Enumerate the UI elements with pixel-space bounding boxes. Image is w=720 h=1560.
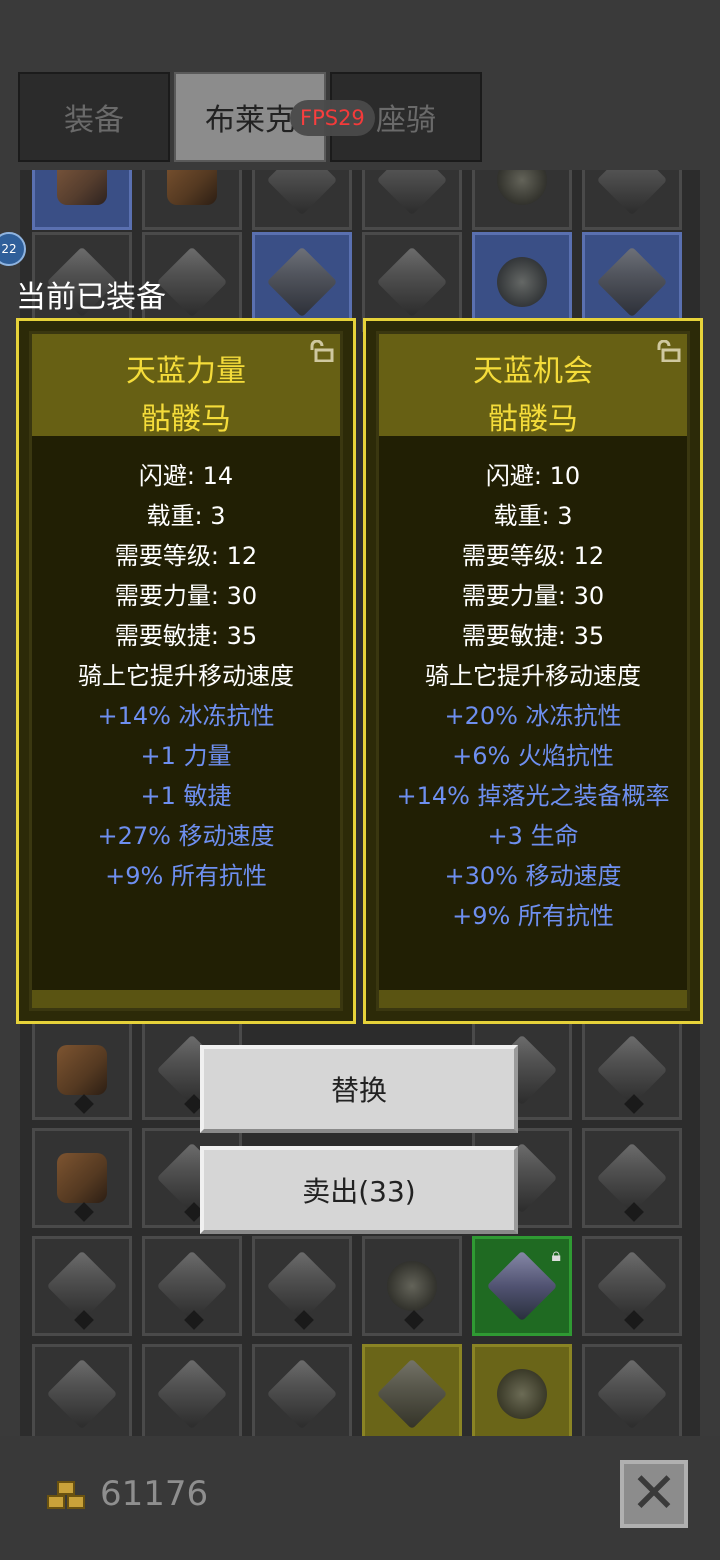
replace-button[interactable]: 替换 (200, 1045, 518, 1133)
stat-desc: 骑上它提升移动速度 (425, 662, 641, 690)
equipped-item-panel: 天蓝力量 骷髅马 闪避: 14 载重: 3 需要等级: 12 需要力量: 30 … (16, 318, 356, 1024)
armor-icon (57, 1045, 107, 1095)
sword-icon (376, 246, 448, 318)
axe-icon (266, 170, 338, 216)
unlock-icon[interactable] (655, 340, 681, 362)
inventory-slot[interactable] (142, 1344, 242, 1436)
magic-affix: +1 力量 (140, 742, 232, 770)
socket-icon (404, 1310, 424, 1330)
helmet-icon (497, 257, 547, 307)
magic-affix: +14% 掉落光之装备概率 (396, 782, 670, 810)
inventory-slot[interactable] (582, 1128, 682, 1228)
inventory-slot[interactable] (362, 1344, 462, 1436)
inventory-slot[interactable] (252, 1236, 352, 1336)
inventory-slot[interactable] (472, 170, 572, 230)
inventory-slot[interactable] (142, 1236, 242, 1336)
stat-load: 载重: 3 (146, 502, 226, 530)
stat-load: 载重: 3 (493, 502, 573, 530)
magic-affix: +9% 所有抗性 (452, 902, 614, 930)
inventory-slot[interactable]: 🔒︎ (472, 1236, 572, 1336)
stat-req-level: 需要等级: 12 (114, 542, 258, 570)
unlock-icon[interactable] (308, 340, 334, 362)
inventory-slot[interactable] (252, 1344, 352, 1436)
inventory-slot[interactable] (582, 170, 682, 230)
inventory-slot[interactable] (32, 1128, 132, 1228)
lock-icon: 🔒︎ (551, 1245, 561, 1266)
shield-icon (387, 1261, 437, 1311)
shield-icon (497, 1369, 547, 1419)
sell-button[interactable]: 卖出(33) (200, 1146, 518, 1234)
stat-req-level: 需要等级: 12 (461, 542, 605, 570)
socket-icon (74, 1202, 94, 1222)
armor-icon (57, 170, 107, 205)
tab-equipment[interactable]: 装备 (18, 72, 170, 162)
sword-icon (46, 1358, 118, 1430)
item-type: 骷髅马 (141, 402, 231, 437)
close-icon: ✕ (630, 1461, 678, 1526)
inventory-slot[interactable] (362, 232, 462, 332)
magic-affix: +9% 所有抗性 (105, 862, 267, 890)
gold-amount: 61176 (100, 1474, 209, 1514)
sword-icon (156, 246, 228, 318)
mace-icon (376, 1358, 448, 1430)
item-type: 骷髅马 (488, 402, 578, 437)
inventory-slot[interactable] (252, 170, 352, 230)
magic-affix: +30% 移动速度 (444, 862, 622, 890)
armor-icon (57, 1153, 107, 1203)
stat-req-agi: 需要敏捷: 35 (461, 622, 605, 650)
item-title: 天蓝机会 (473, 354, 593, 389)
inventory-slot[interactable] (32, 1344, 132, 1436)
inventory-slot[interactable] (472, 232, 572, 332)
magic-affix: +27% 移动速度 (97, 822, 275, 850)
inventory-slot[interactable] (582, 232, 682, 332)
inventory-slot[interactable] (362, 1236, 462, 1336)
sword-icon (596, 170, 668, 216)
trident-icon (156, 1358, 228, 1430)
inventory-slot[interactable] (582, 1236, 682, 1336)
gold-icon (47, 1481, 85, 1509)
close-button[interactable]: ✕ (620, 1460, 688, 1528)
magic-affix: +14% 冰冻抗性 (97, 702, 275, 730)
fps-counter: FPS29 (290, 100, 375, 136)
inventory-slot[interactable] (32, 170, 132, 230)
pickaxe-icon (596, 1358, 668, 1430)
magic-affix: +3 生命 (487, 822, 579, 850)
sword-icon (486, 1250, 558, 1322)
sword-icon (376, 170, 448, 216)
stat-dodge: 闪避: 10 (485, 462, 581, 490)
inventory-slot[interactable] (582, 1020, 682, 1120)
shield-icon (497, 170, 547, 205)
inventory-slot[interactable] (32, 1020, 132, 1120)
magic-affix: +20% 冰冻抗性 (444, 702, 622, 730)
inventory-slot[interactable] (582, 1344, 682, 1436)
stat-req-str: 需要力量: 30 (114, 582, 258, 610)
stat-desc: 骑上它提升移动速度 (78, 662, 294, 690)
compare-item-panel: 天蓝机会 骷髅马 闪避: 10 载重: 3 需要等级: 12 需要力量: 30 … (363, 318, 703, 1024)
pickaxe-icon (266, 246, 338, 318)
stat-req-str: 需要力量: 30 (461, 582, 605, 610)
equipped-label: 当前已装备 (16, 280, 166, 315)
inventory-slot[interactable] (362, 170, 462, 230)
inventory-slot[interactable] (32, 1236, 132, 1336)
stat-dodge: 闪避: 14 (138, 462, 234, 490)
magic-affix: +6% 火焰抗性 (452, 742, 614, 770)
stat-req-agi: 需要敏捷: 35 (114, 622, 258, 650)
magic-affix: +1 敏捷 (140, 782, 232, 810)
item-title: 天蓝力量 (126, 354, 246, 389)
club-icon (596, 246, 668, 318)
pickaxe-icon (266, 1358, 338, 1430)
inventory-slot[interactable] (472, 1344, 572, 1436)
inventory-slot[interactable] (142, 170, 242, 230)
socket-icon (74, 1094, 94, 1114)
inventory-slot[interactable] (252, 232, 352, 332)
armor-icon (167, 170, 217, 205)
